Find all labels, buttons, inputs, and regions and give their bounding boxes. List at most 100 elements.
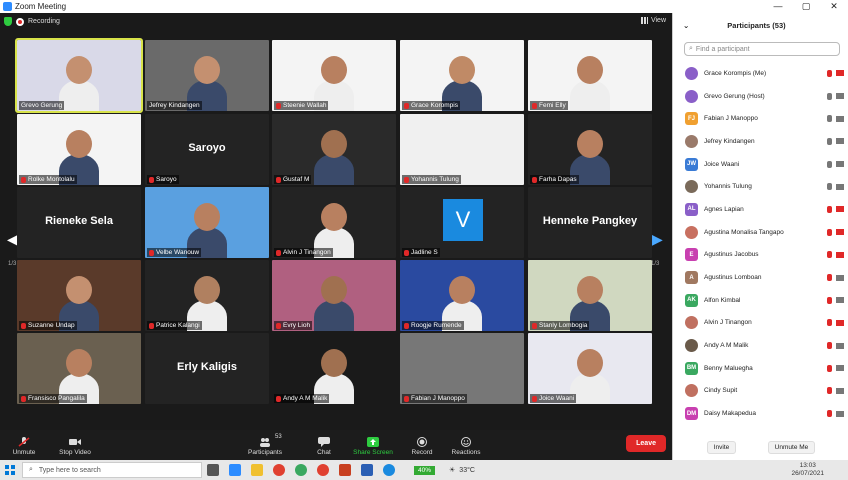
video-tile[interactable]: Saroyo Saroyo <box>145 114 269 185</box>
participant-row[interactable]: JW Joice Waani <box>673 153 848 176</box>
participant-row[interactable]: E Agustinus Jacobus <box>673 244 848 267</box>
chevron-down-icon[interactable]: ⌄ <box>683 21 689 30</box>
video-tile[interactable]: Fransisco Pangalila <box>17 333 141 404</box>
weather-icon: ☀ <box>449 467 456 474</box>
participant-row[interactable]: AK Alfon Kimbal <box>673 289 848 312</box>
file-explorer-icon[interactable] <box>251 464 263 476</box>
video-tile[interactable]: Rieneke Sela <box>17 187 141 258</box>
invite-button[interactable]: Invite <box>706 441 737 454</box>
word-icon[interactable] <box>361 464 373 476</box>
mic-muted-icon[interactable] <box>827 364 832 372</box>
leave-button[interactable]: Leave <box>626 435 666 452</box>
participant-row[interactable]: Jefrey Kindangen <box>673 130 848 153</box>
participant-row[interactable]: Grevo Gerung (Host) <box>673 85 848 108</box>
participant-row[interactable]: Grace Korompis (Me) <box>673 62 848 85</box>
video-tile[interactable]: Andy A M Malik <box>272 333 396 404</box>
chrome-window-icon[interactable] <box>317 464 329 476</box>
mic-icon[interactable] <box>827 92 832 100</box>
chrome-profile-icon[interactable] <box>295 464 307 476</box>
participant-row[interactable]: FJ Fabian J Manoppo <box>673 107 848 130</box>
stop-video-button[interactable]: Stop Video <box>45 437 105 456</box>
mic-icon[interactable] <box>827 160 832 168</box>
tile-name-text: Yohannis Tulung <box>411 176 459 183</box>
video-camera-icon <box>69 439 81 445</box>
taskbar-search-input[interactable]: ⌕ Type here to search <box>22 462 202 478</box>
participants-button[interactable]: Participants <box>235 437 295 456</box>
tile-name-text: Patrice Kalangi <box>156 322 200 329</box>
record-label: Record <box>411 449 433 456</box>
participant-row[interactable]: Yohannis Tulung <box>673 175 848 198</box>
clock-time: 13:03 <box>799 462 816 469</box>
task-view-icon[interactable] <box>207 464 219 476</box>
video-tile[interactable]: Evry Lioh <box>272 260 396 331</box>
mic-muted-icon[interactable] <box>827 251 832 259</box>
participant-row[interactable]: Cindy Supit <box>673 380 848 403</box>
participant-row[interactable]: AL Agnes Lapian <box>673 198 848 221</box>
video-tile[interactable]: Rolke Montolalu <box>17 114 141 185</box>
mic-icon[interactable] <box>827 115 832 123</box>
video-tile[interactable]: Grace Korompis <box>400 40 524 111</box>
mic-muted-icon[interactable] <box>827 319 832 327</box>
tile-display-name: Erly Kaligis <box>177 361 237 373</box>
video-tile[interactable]: Roogje Rumende <box>400 260 524 331</box>
mic-muted-icon[interactable] <box>827 205 832 213</box>
next-page-arrow-icon[interactable]: ▶ <box>652 231 663 248</box>
video-tile[interactable]: Fabian J Manoppo <box>400 333 524 404</box>
participant-row[interactable]: BM Benny Maluegha <box>673 357 848 380</box>
find-participant-input[interactable]: ⌕ Find a participant <box>684 42 840 56</box>
unmute-me-button[interactable]: Unmute Me <box>767 441 816 454</box>
participant-row[interactable]: Alvin J Tinangon <box>673 312 848 335</box>
tile-display-name: Henneke Pangkey <box>542 215 638 227</box>
mic-muted-icon[interactable] <box>827 69 832 77</box>
security-shield-icon[interactable] <box>4 17 12 26</box>
mic-muted-icon[interactable] <box>827 296 832 304</box>
taskbar-clock[interactable]: 13:03 26/07/2021 <box>791 462 824 478</box>
mic-muted-icon <box>149 322 154 329</box>
windows-start-icon[interactable] <box>5 465 15 475</box>
video-camera-icon <box>836 297 844 304</box>
video-tile[interactable]: Erly Kaligis <box>145 333 269 404</box>
mic-icon[interactable] <box>827 183 832 191</box>
video-tile[interactable]: Femi Elly <box>528 40 652 111</box>
tile-name-label: Jefrey Kindangen <box>147 101 202 110</box>
participant-row[interactable]: A Agustinus Lomboan <box>673 266 848 289</box>
video-tile[interactable]: Gustaf M <box>272 114 396 185</box>
zoom-taskbar-icon[interactable] <box>229 464 241 476</box>
mic-muted-icon[interactable] <box>827 410 832 418</box>
maximize-button[interactable]: ▢ <box>792 1 820 12</box>
mic-icon[interactable] <box>827 137 832 145</box>
video-tile[interactable]: Yohannis Tulung <box>400 114 524 185</box>
reactions-button[interactable]: Reactions <box>436 437 496 456</box>
chrome-icon[interactable] <box>273 464 285 476</box>
video-tile[interactable]: V Jadline S <box>400 187 524 258</box>
video-tile[interactable]: Suzanne Undap <box>17 260 141 331</box>
close-button[interactable]: ✕ <box>820 1 848 12</box>
participant-row[interactable]: Agustina Monalisa Tangapo <box>673 221 848 244</box>
video-tile[interactable]: Jefrey Kindangen <box>145 40 269 111</box>
participant-row[interactable]: DM Daisy Makapedua <box>673 402 848 425</box>
video-tile[interactable]: Patrice Kalangi <box>145 260 269 331</box>
mic-muted-icon[interactable] <box>827 342 832 350</box>
tile-name-label: Yohannis Tulung <box>402 175 461 184</box>
video-tile[interactable]: Steenie Wallah <box>272 40 396 111</box>
windows-taskbar: ⌕ Type here to search 40% ☀ 33°C 13:03 2… <box>0 460 848 480</box>
video-tile[interactable]: Farha Dapas <box>528 114 652 185</box>
video-tile[interactable]: Grevo Gerung <box>15 38 143 113</box>
video-tile[interactable]: Velbe Wanouw <box>145 187 269 258</box>
battery-indicator[interactable]: 40% <box>414 465 436 475</box>
minimize-button[interactable]: — <box>764 1 792 12</box>
video-tile[interactable]: Alvin J Tinangon <box>272 187 396 258</box>
mic-muted-icon[interactable] <box>827 228 832 236</box>
edge-icon[interactable] <box>383 464 395 476</box>
mic-muted-icon[interactable] <box>827 387 832 395</box>
video-tile[interactable]: Stanly Lombogia <box>528 260 652 331</box>
powerpoint-icon[interactable] <box>339 464 351 476</box>
participant-head <box>577 130 603 158</box>
mic-muted-icon <box>532 102 537 109</box>
video-tile[interactable]: Joice Waani <box>528 333 652 404</box>
video-tile[interactable]: Henneke Pangkey <box>528 187 652 258</box>
mic-muted-icon[interactable] <box>827 274 832 282</box>
view-button[interactable]: View <box>640 17 666 24</box>
temperature[interactable]: 33°C <box>459 467 475 474</box>
participant-row[interactable]: Andy A M Malik <box>673 334 848 357</box>
